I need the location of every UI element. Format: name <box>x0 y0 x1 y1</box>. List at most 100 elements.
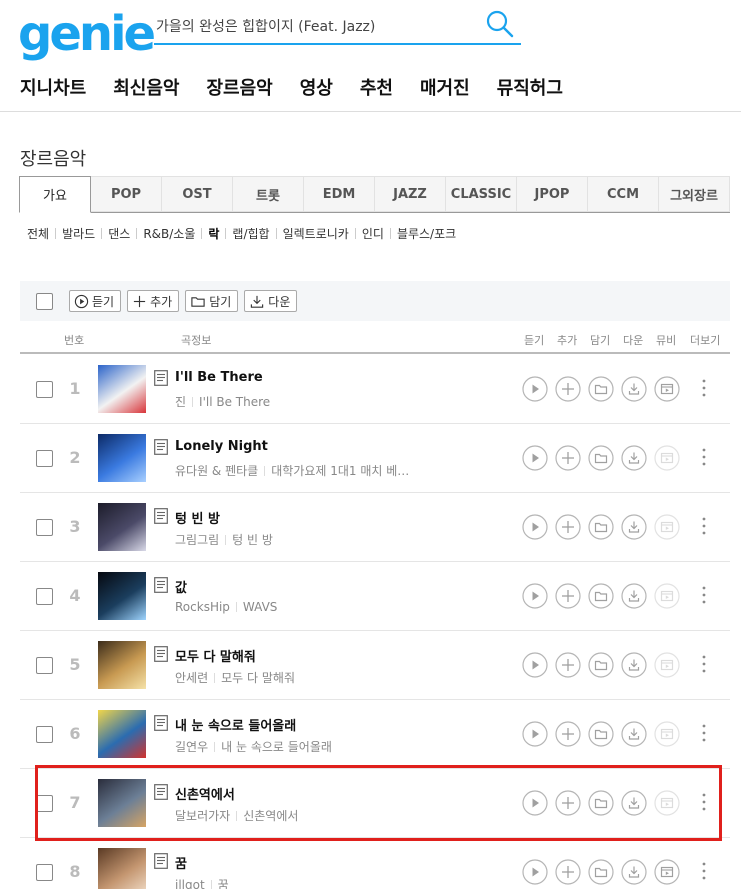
song-checkbox[interactable] <box>36 864 53 881</box>
genre-tab[interactable]: POP <box>91 176 162 212</box>
more-options-icon[interactable] <box>700 723 708 743</box>
song-artist[interactable]: 안세련 <box>175 669 208 686</box>
album-cover[interactable] <box>98 710 146 758</box>
listen-button[interactable] <box>522 790 555 820</box>
download-button[interactable] <box>621 859 654 889</box>
download-button[interactable] <box>621 721 654 751</box>
more-options-icon[interactable] <box>700 792 708 812</box>
save-selected-button[interactable]: 담기 <box>185 290 239 312</box>
album-cover[interactable] <box>98 779 146 827</box>
sub-genre-link[interactable]: 락 <box>208 225 219 242</box>
save-button[interactable] <box>588 445 621 475</box>
song-checkbox[interactable] <box>36 450 53 467</box>
music-video-button[interactable] <box>654 583 687 613</box>
song-title[interactable]: 꿈 <box>175 853 187 872</box>
genre-tab[interactable]: CCM <box>588 176 659 212</box>
sub-genre-link[interactable]: 블루스/포크 <box>397 225 456 242</box>
music-video-button[interactable] <box>654 859 687 889</box>
song-album[interactable]: WAVS <box>243 600 277 614</box>
song-title[interactable]: I'll Be There <box>175 370 263 385</box>
download-button[interactable] <box>621 652 654 682</box>
save-button[interactable] <box>588 376 621 406</box>
nav-magazine[interactable]: 매거진 <box>420 74 470 100</box>
save-button[interactable] <box>588 790 621 820</box>
add-to-playlist-button[interactable] <box>555 790 588 820</box>
download-selected-button[interactable]: 다운 <box>244 290 298 312</box>
genre-tab[interactable]: 트롯 <box>233 176 304 212</box>
song-checkbox[interactable] <box>36 381 53 398</box>
song-artist[interactable]: 진 <box>175 393 186 410</box>
music-video-button[interactable] <box>654 652 687 682</box>
sub-genre-link[interactable]: 발라드 <box>62 225 95 242</box>
song-album[interactable]: 대학가요제 1대1 매치 베… <box>271 462 409 479</box>
save-button[interactable] <box>588 721 621 751</box>
song-artist[interactable]: illgot <box>175 878 205 889</box>
song-title[interactable]: 내 눈 속으로 들어올래 <box>175 715 296 734</box>
sub-genre-link[interactable]: 일렉트로니카 <box>283 225 349 242</box>
sub-genre-link[interactable]: 댄스 <box>108 225 130 242</box>
nav-music-hug[interactable]: 뮤직허그 <box>497 74 563 100</box>
song-checkbox[interactable] <box>36 795 53 812</box>
add-to-playlist-button[interactable] <box>555 514 588 544</box>
save-button[interactable] <box>588 583 621 613</box>
more-options-icon[interactable] <box>700 516 708 536</box>
more-options-icon[interactable] <box>700 585 708 605</box>
song-album[interactable]: 모두 다 말해줘 <box>221 669 295 686</box>
lyrics-icon[interactable] <box>154 508 168 524</box>
save-button[interactable] <box>588 652 621 682</box>
album-cover[interactable] <box>98 434 146 482</box>
nav-genre-music[interactable]: 장르음악 <box>207 74 273 100</box>
download-button[interactable] <box>621 445 654 475</box>
genre-tab[interactable]: JAZZ <box>375 176 446 212</box>
music-video-button[interactable] <box>654 376 687 406</box>
more-options-icon[interactable] <box>700 447 708 467</box>
download-button[interactable] <box>621 514 654 544</box>
sub-genre-link[interactable]: 랩/힙합 <box>232 225 269 242</box>
add-selected-button[interactable]: 추가 <box>127 290 180 312</box>
add-to-playlist-button[interactable] <box>555 445 588 475</box>
song-title[interactable]: 모두 다 말해줘 <box>175 646 256 665</box>
lyrics-icon[interactable] <box>154 439 168 455</box>
song-artist[interactable]: 그림그림 <box>175 531 219 548</box>
more-options-icon[interactable] <box>700 861 708 881</box>
song-title[interactable]: 텅 빈 방 <box>175 508 220 527</box>
sub-genre-link[interactable]: 인디 <box>362 225 384 242</box>
genre-tab[interactable]: OST <box>162 176 233 212</box>
add-to-playlist-button[interactable] <box>555 859 588 889</box>
nav-recommend[interactable]: 추천 <box>360 74 393 100</box>
music-video-button[interactable] <box>654 721 687 751</box>
song-checkbox[interactable] <box>36 588 53 605</box>
nav-video[interactable]: 영상 <box>300 74 333 100</box>
nav-genie-chart[interactable]: 지니차트 <box>20 74 86 100</box>
more-options-icon[interactable] <box>700 378 708 398</box>
album-cover[interactable] <box>98 641 146 689</box>
album-cover[interactable] <box>98 365 146 413</box>
song-title[interactable]: Lonely Night <box>175 439 268 454</box>
genre-tab[interactable]: CLASSIC <box>446 176 517 212</box>
save-button[interactable] <box>588 514 621 544</box>
song-title[interactable]: 값 <box>175 577 187 596</box>
genie-logo[interactable]: genie <box>18 6 156 62</box>
music-video-button[interactable] <box>654 790 687 820</box>
add-to-playlist-button[interactable] <box>555 652 588 682</box>
album-cover[interactable] <box>98 572 146 620</box>
lyrics-icon[interactable] <box>154 577 168 593</box>
sub-genre-link[interactable]: R&B/소울 <box>143 225 195 242</box>
listen-button[interactable] <box>522 859 555 889</box>
song-title[interactable]: 신촌역에서 <box>175 784 235 803</box>
music-video-button[interactable] <box>654 514 687 544</box>
genre-tab[interactable]: JPOP <box>517 176 588 212</box>
song-album[interactable]: 텅 빈 방 <box>232 531 273 548</box>
song-checkbox[interactable] <box>36 726 53 743</box>
album-cover[interactable] <box>98 848 146 889</box>
add-to-playlist-button[interactable] <box>555 583 588 613</box>
search-icon[interactable] <box>485 9 515 39</box>
song-artist[interactable]: 길연우 <box>175 738 208 755</box>
search-input[interactable] <box>156 13 476 39</box>
listen-button[interactable] <box>522 445 555 475</box>
song-artist[interactable]: 달보러가자 <box>175 807 230 824</box>
listen-button[interactable] <box>522 721 555 751</box>
song-album[interactable]: 내 눈 속으로 들어올래 <box>221 738 332 755</box>
select-all-checkbox[interactable] <box>36 292 53 310</box>
song-artist[interactable]: RocksHip <box>175 600 230 614</box>
